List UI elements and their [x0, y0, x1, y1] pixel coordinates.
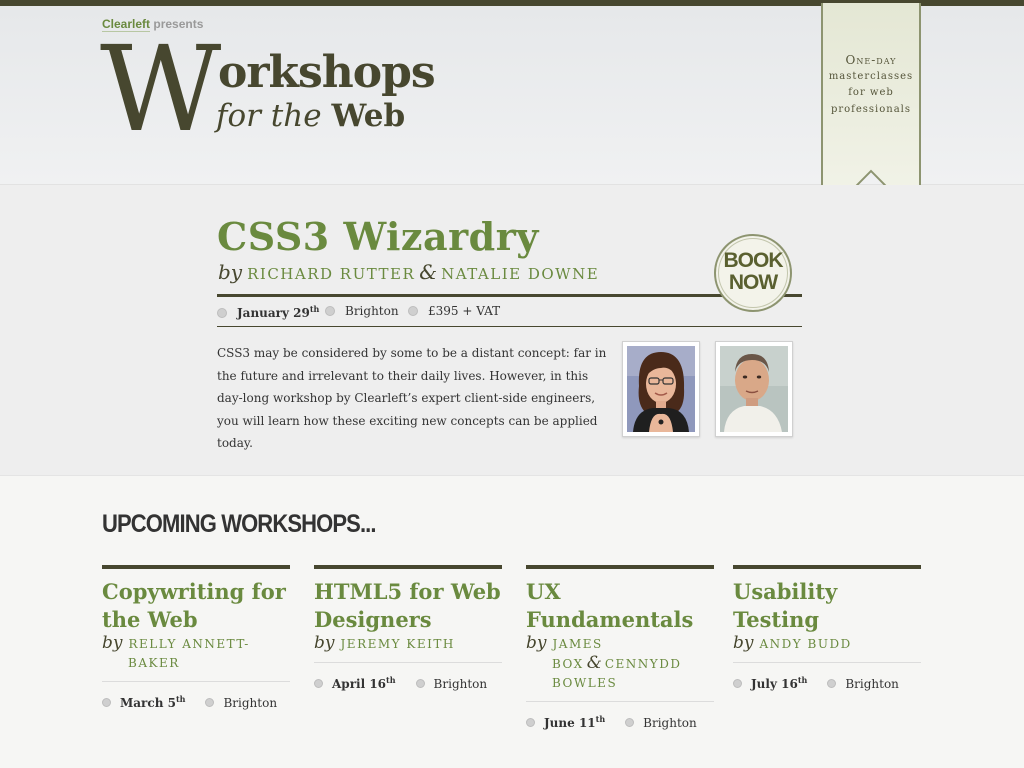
workshop-title[interactable]: Usability Testing [733, 578, 921, 634]
card-divider [733, 662, 921, 663]
bullet-icon [217, 307, 227, 318]
workshop-speaker: by RELLY ANNETT-BAKER [102, 634, 290, 673]
book-now-label: BOOK NOW [716, 236, 790, 294]
location-text: Brighton [643, 716, 697, 730]
by-word: by [314, 633, 335, 653]
bullet-icon [415, 679, 425, 688]
speaker-photo-natalie [622, 341, 700, 437]
workshop-card: Usability Testing by ANDY BUDD July 16th B… [733, 565, 921, 691]
bullet-icon [625, 718, 635, 727]
workshop-title[interactable]: HTML5 for Web Designers [314, 578, 502, 634]
bullet-icon [733, 679, 742, 688]
workshop-title[interactable]: Copywriting for the Web [102, 578, 290, 634]
ribbon-line-1: One-day [845, 53, 897, 67]
workshop-meta: June 11th Brighton [526, 714, 714, 730]
featured-workshop-title[interactable]: CSS3 Wizardry [217, 214, 539, 260]
workshop-title[interactable]: UX Fundamentals [526, 578, 714, 634]
ampersand: & [586, 653, 602, 673]
by-word: by [218, 260, 243, 284]
ribbon-line-3: for web [848, 87, 894, 98]
bullet-icon [408, 305, 418, 316]
speaker-name[interactable]: JEREMY KEITH [341, 637, 455, 651]
date-text: June 11 [544, 716, 596, 730]
workshop-meta: March 5th Brighton [102, 694, 290, 710]
featured-speakers: by RICHARD RUTTER & NATALIE DOWNE [218, 260, 599, 284]
logo-title[interactable]: orkshops [218, 48, 436, 98]
card-divider [314, 662, 502, 663]
date-suffix: th [595, 714, 606, 724]
ampersand: & [419, 260, 438, 284]
card-top-bar [102, 565, 290, 569]
featured-date: January 29th [217, 304, 319, 320]
date-text: January 29 [237, 306, 310, 320]
speaker-name[interactable]: RELLY ANNETT-BAKER [128, 637, 250, 670]
workshop-meta: July 16th Brighton [733, 675, 921, 691]
location-text: Brighton [345, 304, 399, 318]
card-top-bar [314, 565, 502, 569]
card-divider [526, 701, 714, 702]
ribbon-line-2: masterclasses [828, 70, 914, 82]
bullet-icon [205, 698, 215, 707]
price-text: £395 + VAT [428, 304, 501, 318]
bullet-icon [827, 679, 837, 688]
location-text: Brighton [845, 677, 899, 691]
date-suffix: th [175, 694, 186, 704]
speaker-name[interactable]: ANDY BUDD [760, 637, 852, 651]
featured-description: CSS3 may be considered by some to be a d… [217, 346, 607, 450]
book-label-line-1: BOOK [723, 249, 784, 272]
date-suffix: th [309, 304, 320, 314]
divider-thick [217, 294, 802, 297]
speaker-name[interactable]: RICHARD RUTTER [247, 265, 415, 283]
speaker-photo-image [627, 346, 695, 432]
speaker-name[interactable]: NATALIE DOWNE [441, 265, 599, 283]
logo-sub-italic: for the [216, 98, 322, 134]
featured-price: £395 + VAT [408, 304, 500, 318]
workshop-card: Copywriting for the Web by RELLY ANNETT-B… [102, 565, 290, 710]
date-text: March 5 [120, 696, 176, 710]
logo-sub-bold: Web [331, 98, 406, 134]
bullet-icon [102, 698, 111, 707]
bullet-icon [314, 679, 323, 688]
workshop-speaker: by JAMES BOX & CENNYDD BOWLES [526, 634, 714, 693]
workshop-speaker: by JEREMY KEITH [314, 634, 502, 654]
workshop-card: HTML5 for Web Designers by JEREMY KEITH A… [314, 565, 502, 691]
speaker-photo-richard [715, 341, 793, 437]
upcoming-workshops-heading: UPCOMING WORKSHOPS... [102, 510, 377, 538]
by-word: by [526, 633, 547, 653]
card-top-bar [526, 565, 714, 569]
date-suffix: th [386, 675, 396, 685]
book-label-line-2: NOW [728, 271, 778, 294]
logo-subtitle: for the Web [216, 98, 405, 134]
workshop-card: UX Fundamentals by JAMES BOX & CENNYDD BOWL… [526, 565, 714, 730]
workshop-speaker: by ANDY BUDD [733, 634, 921, 654]
book-now-button[interactable]: BOOK NOW [714, 234, 792, 312]
speaker-photo-image [720, 346, 788, 432]
date-suffix: th [797, 675, 808, 685]
date-text: July 16 [751, 677, 798, 691]
by-word: by [733, 633, 754, 653]
location-text: Brighton [223, 696, 278, 710]
divider-thin [217, 326, 802, 327]
featured-location: Brighton [325, 304, 399, 318]
bullet-icon [325, 305, 335, 316]
card-divider [102, 681, 290, 682]
workshop-meta: April 16th Brighton [314, 675, 502, 691]
date-text: April 16 [332, 677, 387, 691]
by-word: by [102, 633, 123, 653]
logo-initial[interactable]: W [100, 30, 221, 148]
ribbon-line-4: professionals [830, 103, 912, 115]
card-top-bar [733, 565, 921, 569]
bullet-icon [526, 718, 535, 727]
location-text: Brighton [433, 677, 488, 691]
ribbon-tagline: One-day masterclasses for web profession… [823, 52, 919, 118]
